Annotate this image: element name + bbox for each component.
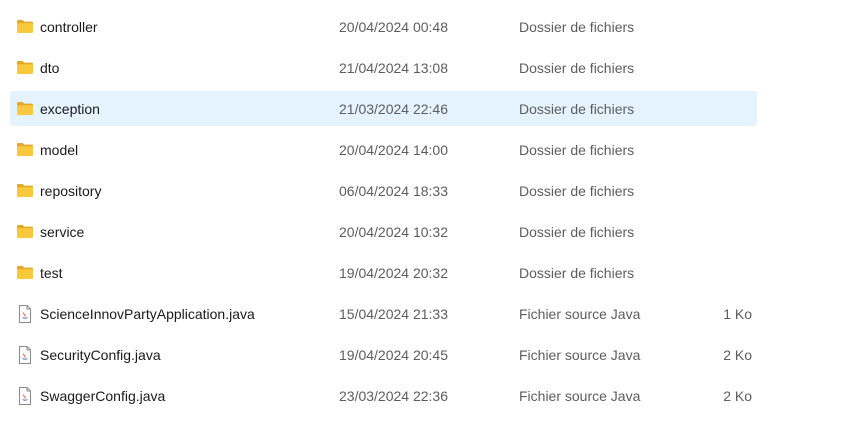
file-date: 20/04/2024 10:32 [339, 223, 448, 240]
file-type: Dossier de fichiers [519, 264, 635, 281]
file-type: Dossier de fichiers [519, 100, 635, 117]
file-type: Dossier de fichiers [519, 18, 635, 35]
file-date: 21/04/2024 13:08 [339, 59, 448, 76]
file-date: 15/04/2024 21:33 [339, 305, 448, 322]
file-row-securityconfig-java[interactable]: SecurityConfig.java 19/04/2024 20:45 Fichi… [10, 334, 757, 375]
file-size: 1 Ko [723, 305, 752, 322]
file-name: ScienceInnovPartyApplication.java [40, 305, 255, 322]
file-name: model [40, 141, 79, 158]
file-date: 23/03/2024 22:36 [339, 387, 448, 404]
file-row-service[interactable]: service 20/04/2024 10:32 Dossier de fichie… [10, 211, 757, 252]
file-date: 19/04/2024 20:32 [339, 264, 448, 281]
folder-icon [16, 100, 34, 118]
file-row-repository[interactable]: repository 06/04/2024 18:33 Dossier de fic… [10, 170, 757, 211]
file-row-controller[interactable]: controller 20/04/2024 00:48 Dossier de fic… [10, 6, 757, 47]
file-name: SwaggerConfig.java [40, 387, 166, 404]
file-type: Fichier source Java [519, 305, 641, 322]
file-date: 06/04/2024 18:33 [339, 182, 448, 199]
file-date: 20/04/2024 00:48 [339, 18, 448, 35]
folder-icon [16, 264, 34, 282]
file-name: test [40, 264, 63, 281]
file-row-exception[interactable]: exception 21/03/2024 22:46 Dossier de fich… [10, 91, 757, 126]
file-size: 2 Ko [723, 346, 752, 363]
file-row-dto[interactable]: dto 21/04/2024 13:08 Dossier de fichiers [10, 47, 757, 88]
file-type: Dossier de fichiers [519, 223, 635, 240]
folder-icon [16, 18, 34, 36]
file-type: Dossier de fichiers [519, 182, 635, 199]
file-date: 19/04/2024 20:45 [339, 346, 448, 363]
file-date: 20/04/2024 14:00 [339, 141, 448, 158]
file-type: Dossier de fichiers [519, 59, 635, 76]
java-file-icon [16, 345, 34, 364]
file-list: controller 20/04/2024 00:48 Dossier de fic… [10, 6, 757, 416]
file-type: Fichier source Java [519, 387, 641, 404]
file-size: 2 Ko [723, 387, 752, 404]
file-name: repository [40, 182, 102, 199]
file-name: exception [40, 100, 100, 117]
java-file-icon [16, 304, 34, 323]
file-name: dto [40, 59, 60, 76]
folder-icon [16, 223, 34, 241]
file-type: Fichier source Java [519, 346, 641, 363]
folder-icon [16, 59, 34, 77]
file-name: SecurityConfig.java [40, 346, 161, 363]
file-row-swaggerconfig-java[interactable]: SwaggerConfig.java 23/03/2024 22:36 Fichie… [10, 375, 757, 416]
file-row-scienceinnovpartyapplication-java[interactable]: ScienceInnovPartyApplication.java 15/04/2… [10, 293, 757, 334]
file-name: controller [40, 18, 98, 35]
java-file-icon [16, 386, 34, 405]
file-name: service [40, 223, 85, 240]
folder-icon [16, 141, 34, 159]
file-row-test[interactable]: test 19/04/2024 20:32 Dossier de fichiers [10, 252, 757, 293]
file-row-model[interactable]: model 20/04/2024 14:00 Dossier de fichiers [10, 129, 757, 170]
file-type: Dossier de fichiers [519, 141, 635, 158]
folder-icon [16, 182, 34, 200]
file-date: 21/03/2024 22:46 [339, 100, 448, 117]
